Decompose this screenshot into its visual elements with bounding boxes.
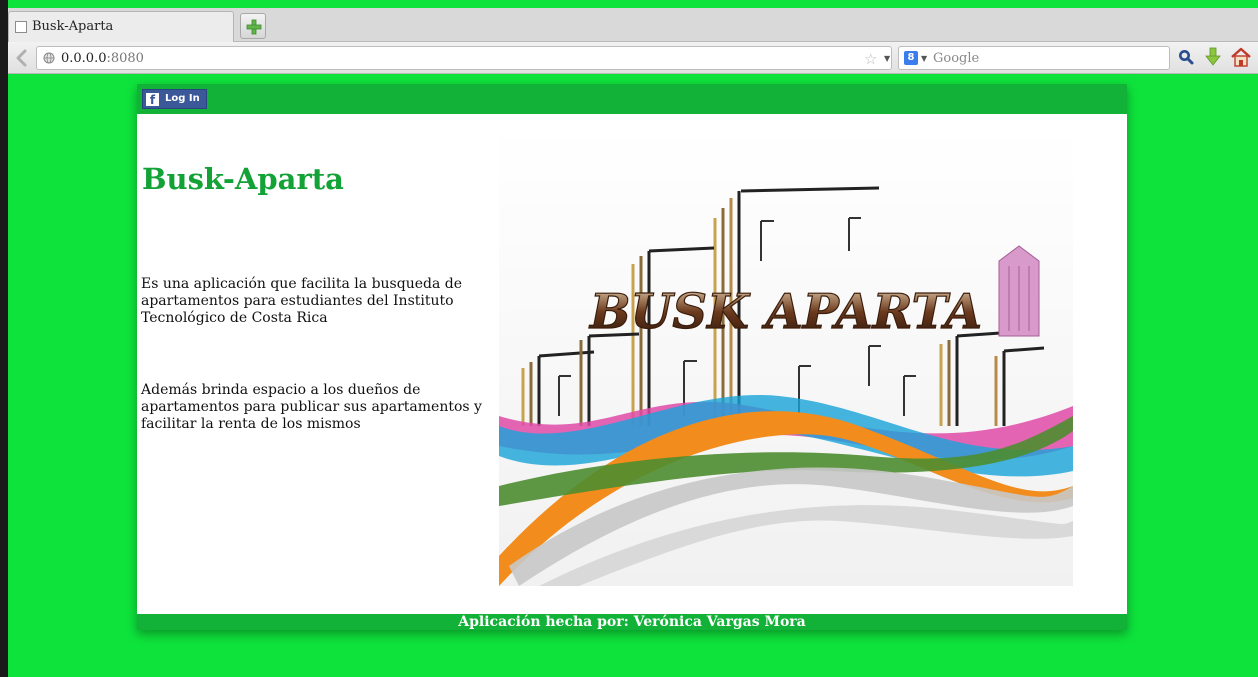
navigation-bar: 0.0.0.0:8080 ☆ ▼ 8 ▼ Google (8, 42, 1258, 74)
back-arrow-icon[interactable] (14, 49, 30, 67)
url-host: 0.0.0.0 (61, 51, 107, 66)
tab-title: Busk-Aparta (32, 19, 114, 34)
facebook-login-button[interactable]: f Log In (142, 89, 207, 109)
bookmark-star-icon[interactable]: ☆ (864, 50, 877, 68)
owners-paragraph: Además brinda espacio a los dueños de ap… (141, 382, 482, 432)
search-placeholder: Google (933, 51, 980, 66)
new-tab-button[interactable] (240, 13, 266, 39)
search-bar[interactable]: 8 ▼ Google (898, 46, 1170, 70)
search-icon[interactable] (1178, 49, 1194, 65)
engine-dropdown-icon[interactable]: ▼ (921, 54, 927, 63)
address-bar[interactable]: 0.0.0.0:8080 ☆ ▼ (36, 46, 913, 70)
history-dropdown-icon[interactable]: ▼ (884, 54, 890, 63)
footer-credit: Aplicación hecha por: Verónica Vargas Mo… (137, 614, 1127, 630)
card-header: f Log In (137, 84, 1127, 114)
busk-aparta-logo-image: BUSK APARTA (499, 126, 1073, 586)
window-edge (0, 0, 8, 677)
plus-icon (246, 19, 262, 35)
download-icon[interactable] (1204, 47, 1222, 67)
logo-lettering: BUSK APARTA (588, 284, 982, 340)
tab-strip: Busk-Aparta (8, 8, 1258, 42)
browser-window: Busk-Aparta 0.0.0.0:8080 ☆ ▼ 8 ▼ Google … (0, 0, 1258, 677)
tab-busk-aparta[interactable]: Busk-Aparta (8, 11, 234, 42)
page-card: f Log In Busk-Aparta Es una aplicación q… (137, 84, 1127, 630)
login-label: Log In (165, 93, 200, 104)
site-title: Busk-Aparta (142, 162, 344, 196)
url-text: 0.0.0.0:8080 (61, 51, 144, 66)
globe-icon (43, 52, 55, 64)
home-icon[interactable] (1230, 47, 1252, 67)
url-port: :8080 (106, 51, 144, 66)
facebook-icon: f (146, 93, 159, 107)
description-paragraph: Es una aplicación que facilita la busque… (141, 276, 462, 326)
city-logo-illustration: BUSK APARTA (499, 126, 1073, 586)
page-favicon-icon (15, 21, 27, 33)
google-engine-icon[interactable]: 8 (904, 51, 918, 65)
